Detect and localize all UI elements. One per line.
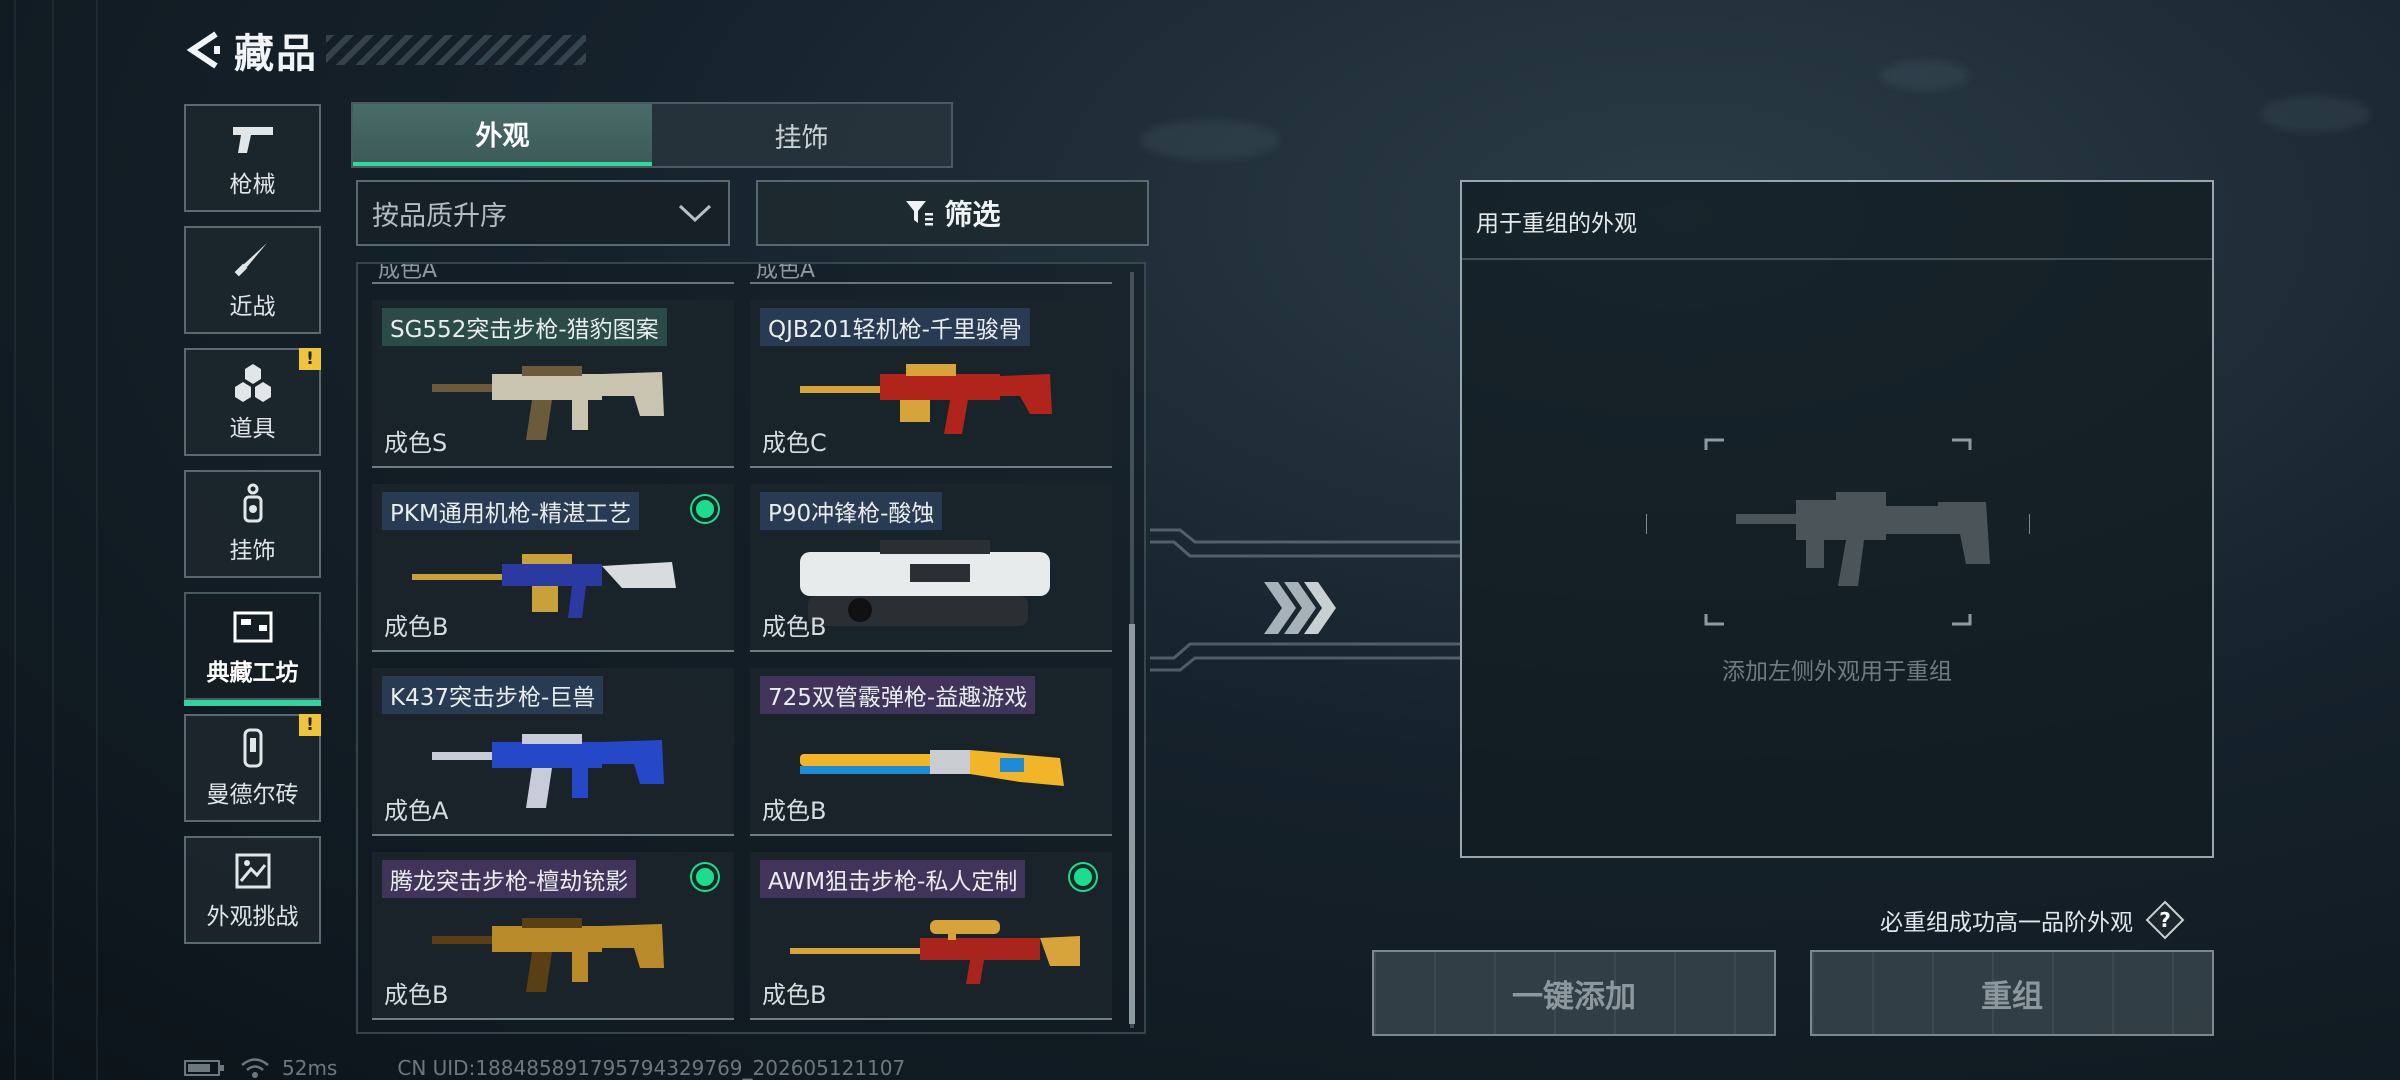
grade-label: 成色B xyxy=(762,613,827,641)
category-item-guns[interactable]: 枪械 xyxy=(184,104,321,212)
category-item-mandel-brick[interactable]: ! 曼德尔砖 xyxy=(184,714,321,822)
page-title: 藏品 xyxy=(234,31,318,77)
skin-name: AWM狙击步枪-私人定制 xyxy=(760,860,1026,898)
filter-button[interactable]: 筛选 xyxy=(756,180,1149,246)
guarantee-note: 必重组成功高一品阶外观 ? xyxy=(1880,900,2185,940)
skin-card[interactable]: K437突击步枪-巨兽成色A xyxy=(372,668,734,836)
skin-card[interactable]: PKM通用机枪-精湛工艺成色B xyxy=(372,484,734,652)
grade-label: 成色A xyxy=(384,797,449,825)
category-nav: 枪械 近战 ! 道具 挂饰 典藏工坊 ! 曼德尔砖 外观挑战 xyxy=(184,104,321,958)
category-label: 道具 xyxy=(229,416,276,442)
grade-label: 成色B xyxy=(384,981,449,1009)
reforge-title: 用于重组的外观 xyxy=(1476,211,1637,237)
skin-name: P90冲锋枪-酸蚀 xyxy=(760,492,943,530)
partial-row: 成色A 成色A xyxy=(372,264,1112,286)
chevron-down-icon xyxy=(678,204,712,223)
wifi-icon xyxy=(241,1058,269,1078)
category-label: 挂饰 xyxy=(229,538,276,564)
challenge-icon xyxy=(225,849,281,893)
grade-label: 成色S xyxy=(384,429,448,457)
ping-value: 52ms xyxy=(282,1056,338,1080)
scrollbar-thumb[interactable] xyxy=(1129,624,1135,1024)
skin-name: PKM通用机枪-精湛工艺 xyxy=(382,492,640,530)
skin-list[interactable]: 成色A 成色A SG552突击步枪-猎豹图案 成色S QJB201轻机枪-千里骏骨成… xyxy=(356,262,1146,1034)
skin-name: 725双管霰弹枪-益趣游戏 xyxy=(760,676,1036,714)
bg-stain xyxy=(1880,60,1970,90)
brick-icon xyxy=(225,727,281,771)
skin-card[interactable]: SG552突击步枪-猎豹图案成色S xyxy=(372,300,734,468)
charm-icon xyxy=(225,483,281,527)
category-label: 典藏工坊 xyxy=(206,660,299,686)
status-bar: 52ms CN UID:18848589179579432976​9_20260… xyxy=(184,1056,905,1080)
bg-stripe xyxy=(96,0,98,1080)
uid-text: CN UID:18848589179579432976​9_2026051211… xyxy=(397,1056,906,1080)
skin-name: K437突击步枪-巨兽 xyxy=(382,676,604,714)
rifle-silhouette-icon xyxy=(1645,438,2031,626)
tab-bar: 外观 挂饰 xyxy=(351,102,953,168)
alert-badge: ! xyxy=(299,348,321,370)
category-item-workshop[interactable]: 典藏工坊 xyxy=(184,592,321,706)
help-button[interactable]: ? xyxy=(2145,900,2185,940)
bg-stripe xyxy=(52,0,54,1080)
tab-skins[interactable]: 外观 xyxy=(353,104,652,166)
back-button[interactable] xyxy=(180,26,228,74)
skin-name: QJB201轻机枪-千里骏骨 xyxy=(760,308,1030,346)
grade-label: 成色B xyxy=(384,613,449,641)
grade-label: 成色A xyxy=(378,262,438,283)
knife-icon xyxy=(225,239,281,283)
page-header: 藏品 xyxy=(180,22,586,78)
grade-label: 成色B xyxy=(762,981,827,1009)
skin-card[interactable]: P90冲锋枪-酸蚀成色B xyxy=(750,484,1112,652)
grade-label: 成色B xyxy=(762,797,827,825)
grade-label: 成色A xyxy=(756,262,816,283)
reforge-slot[interactable] xyxy=(1645,436,2031,628)
bg-stain xyxy=(1140,120,1280,160)
reforge-hint: 添加左侧外观用于重组 xyxy=(1722,659,1952,685)
sort-value: 按品质升序 xyxy=(372,200,507,232)
divider xyxy=(1462,258,2212,260)
chevrons-right-icon xyxy=(1264,582,1336,634)
equipped-indicator-icon xyxy=(1070,864,1096,890)
help-icon: ? xyxy=(2145,900,2185,940)
category-item-skin-challenge[interactable]: 外观挑战 xyxy=(184,836,321,944)
category-item-items[interactable]: ! 道具 xyxy=(184,348,321,456)
filter-label: 筛选 xyxy=(944,198,1001,231)
skin-card[interactable]: AWM狙击步枪-私人定制成色B xyxy=(750,852,1112,1020)
bg-stain xyxy=(2260,96,2370,132)
category-item-melee[interactable]: 近战 xyxy=(184,226,321,334)
category-label: 曼德尔砖 xyxy=(206,782,299,808)
category-label: 枪械 xyxy=(229,172,276,198)
alert-badge: ! xyxy=(299,714,321,736)
equipped-indicator-icon xyxy=(692,864,718,890)
grade-label: 成色C xyxy=(762,429,827,457)
filter-icon xyxy=(906,201,934,226)
category-item-charms[interactable]: 挂饰 xyxy=(184,470,321,578)
title-decoration xyxy=(326,35,586,65)
equipped-indicator-icon xyxy=(692,496,718,522)
skin-card[interactable]: 725双管霰弹枪-益趣游戏成色B xyxy=(750,668,1112,836)
svg-text:?: ? xyxy=(2159,908,2171,932)
skin-card[interactable]: QJB201轻机枪-千里骏骨成色C xyxy=(750,300,1112,468)
skin-name: 腾龙突击步枪-檀劫铳影 xyxy=(382,860,637,898)
reforge-button[interactable]: 重组 xyxy=(1810,950,2214,1036)
back-arrow-icon xyxy=(186,31,220,69)
category-label: 外观挑战 xyxy=(206,904,299,930)
pistol-icon xyxy=(225,117,281,161)
sort-dropdown[interactable]: 按品质升序 xyxy=(356,180,730,246)
category-label: 近战 xyxy=(229,294,276,320)
reforge-panel: 用于重组的外观 添加左侧外观用于重组 xyxy=(1460,180,2214,858)
skin-card[interactable]: 腾龙突击步枪-檀劫铳影成色B xyxy=(372,852,734,1020)
skin-grid: SG552突击步枪-猎豹图案 成色S QJB201轻机枪-千里骏骨 成色C PKM通用机… xyxy=(372,300,1112,1020)
skin-name: SG552突击步枪-猎豹图案 xyxy=(382,308,667,346)
battery-icon xyxy=(184,1060,224,1076)
add-all-button[interactable]: 一键添加 xyxy=(1372,950,1776,1036)
bg-stripe xyxy=(14,0,16,1080)
grenades-icon xyxy=(225,361,281,405)
workshop-icon xyxy=(225,605,281,649)
tab-charms[interactable]: 挂饰 xyxy=(652,104,951,166)
guarantee-text: 必重组成功高一品阶外观 xyxy=(1880,910,2133,936)
